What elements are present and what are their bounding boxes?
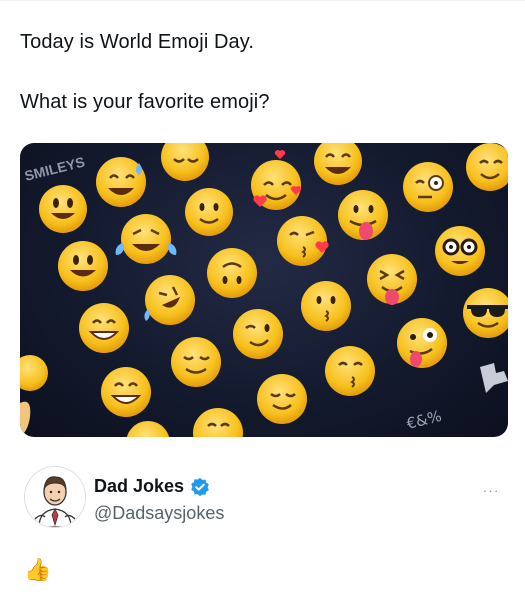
avatar[interactable] (24, 466, 86, 528)
hand-icon (20, 401, 31, 437)
relieved-face-icon (171, 337, 221, 387)
zany-face-icon (397, 318, 447, 368)
author-handle[interactable]: @Dadsaysjokes (94, 503, 224, 524)
dad-cartoon-icon (25, 467, 85, 527)
heart-eyes-face-icon (251, 150, 302, 210)
monocle-face-icon (403, 162, 453, 212)
grinning-face-icon (58, 241, 108, 291)
tweet-media-image[interactable]: SMILEYS €&% (20, 143, 508, 437)
smiling-face-icon (126, 421, 170, 437)
squint-tongue-face-icon (367, 254, 417, 305)
smiling-face-icon (185, 188, 233, 236)
upside-down-face-icon (207, 248, 257, 298)
more-options-icon[interactable]: ··· (479, 483, 503, 497)
sunglasses-face-icon (463, 288, 508, 338)
kissing-smiling-eyes-face-icon (325, 346, 375, 396)
verified-badge-icon (191, 477, 209, 496)
smileys-category-label: SMILEYS (23, 154, 87, 184)
sweat-smile-icon (96, 157, 146, 207)
author-display-name[interactable]: Dad Jokes (94, 476, 184, 497)
tongue-out-face-icon (338, 190, 388, 240)
kiss-heart-face-icon (277, 216, 329, 266)
tweet-text-line-1: Today is World Emoji Day. (20, 31, 255, 53)
grinning-face-icon (101, 367, 151, 417)
halo-face-icon (161, 143, 209, 181)
author-profile-card[interactable]: Dad Jokes @Dadsaysjokes (24, 466, 504, 530)
smiling-face-icon (193, 408, 243, 437)
rolling-laugh-face-icon (144, 275, 195, 325)
grinning-face-icon (39, 185, 87, 233)
winking-face-icon (233, 309, 283, 359)
beaming-face-icon (79, 303, 129, 353)
top-divider (0, 0, 525, 1)
kissing-face-icon (301, 281, 351, 331)
tears-of-joy-face-icon (115, 214, 177, 264)
flag-icon (480, 363, 508, 393)
thumbs-up-icon: 👍 (24, 558, 52, 583)
tweet-text-line-2: What is your favorite emoji? (20, 91, 270, 113)
relieved-face-icon (257, 374, 307, 424)
grinning-face-icon (314, 143, 362, 185)
symbols-category-label: €&% (405, 407, 444, 433)
nerd-face-icon (435, 226, 485, 276)
author-name-row: Dad Jokes (94, 476, 210, 497)
smiling-face-icon (466, 143, 508, 191)
wink-face-icon (20, 355, 48, 391)
